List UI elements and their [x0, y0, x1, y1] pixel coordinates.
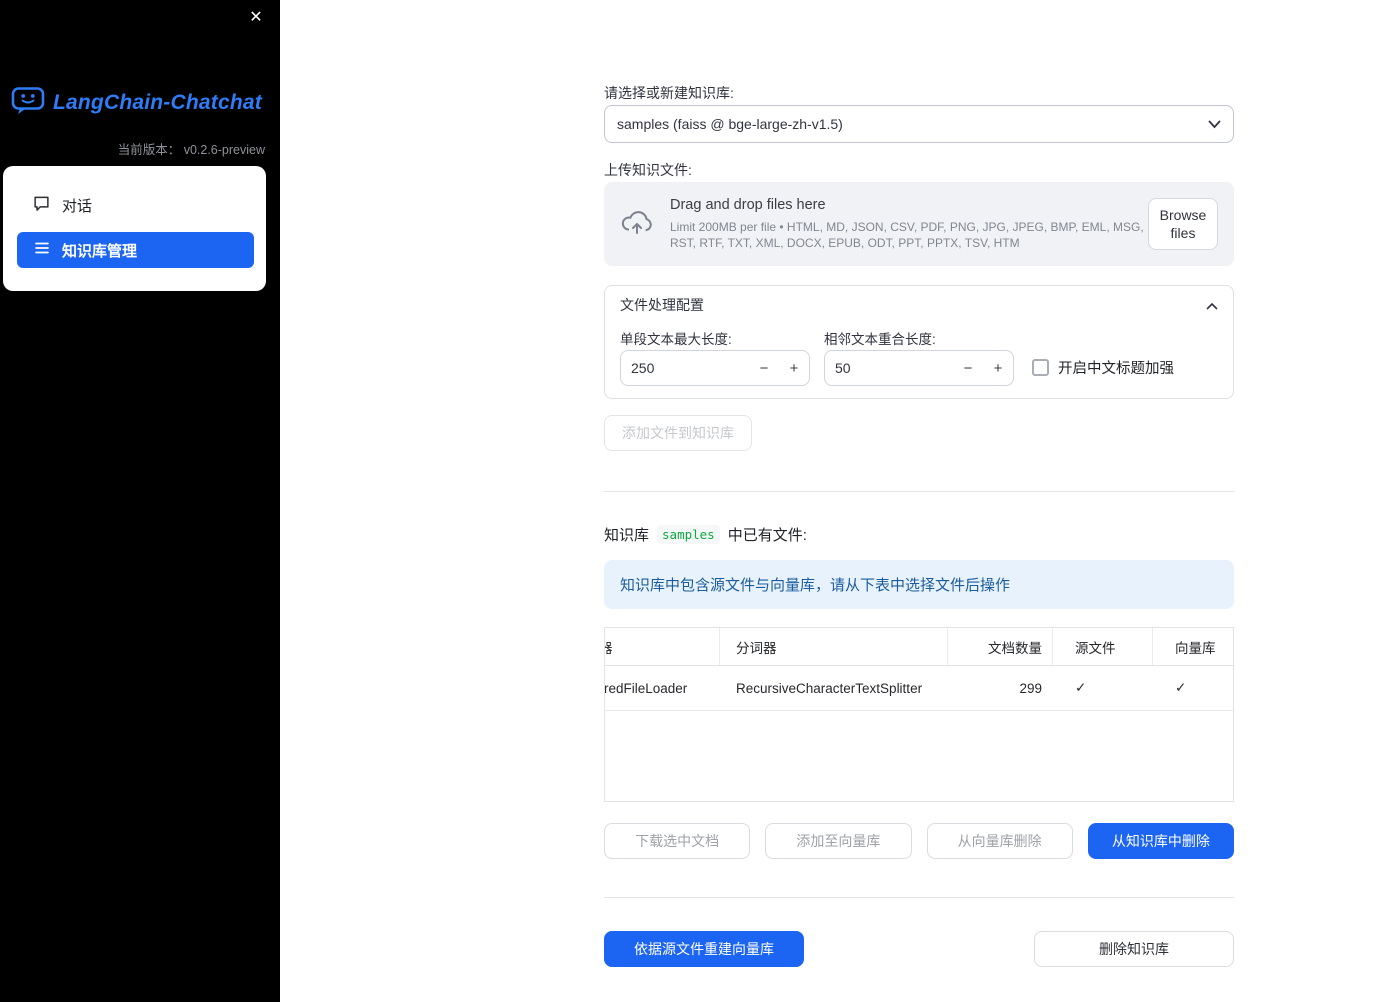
rebuild-vector-store-button[interactable]: 依据源文件重建向量库 — [604, 931, 804, 967]
zh-title-enhance-checkbox[interactable] — [1032, 359, 1049, 376]
delete-kb-button[interactable]: 删除知识库 — [1034, 931, 1234, 967]
zh-title-enhance-label: 开启中文标题加强 — [1058, 361, 1174, 377]
cell-doc-count: 299 — [1019, 680, 1042, 696]
sidebar-item-kb-management[interactable]: 知识库管理 — [17, 232, 254, 268]
existing-files-suffix: 中已有文件: — [727, 527, 807, 544]
app-title: LangChain-Chatchat — [53, 90, 262, 114]
cell-loader: redFileLoader — [605, 680, 688, 696]
existing-files-prefix: 知识库 — [604, 527, 650, 544]
info-banner: 知识库中包含源文件与向量库，请从下表中选择文件后操作 — [604, 560, 1234, 609]
table-header-vector-store[interactable]: 向量库 — [1152, 628, 1233, 665]
cell-vector-store-check: ✓ — [1175, 680, 1187, 695]
cloud-upload-icon — [620, 209, 654, 240]
upload-label: 上传知识文件: — [604, 162, 692, 178]
dropzone-limit: Limit 200MB per file • HTML, MD, JSON, C… — [670, 220, 1144, 250]
file-action-buttons: 下载选中文档 添加至向量库 从向量库删除 从知识库中删除 — [604, 823, 1234, 859]
main-content: 请选择或新建知识库: samples (faiss @ bge-large-zh… — [604, 0, 1234, 1002]
download-selected-button[interactable]: 下载选中文档 — [604, 823, 751, 859]
dropzone-title: Drag and drop files here — [670, 197, 826, 213]
kb-name-code: samples — [657, 525, 720, 544]
max-length-label: 单段文本最大长度: — [620, 332, 732, 347]
max-length-decrement-button[interactable]: − — [749, 360, 779, 377]
max-length-increment-button[interactable]: + — [779, 360, 809, 377]
file-config-title: 文件处理配置 — [620, 297, 704, 313]
browse-files-button[interactable]: Browse files — [1148, 198, 1218, 250]
file-config-expander-header[interactable]: 文件处理配置 — [605, 286, 1233, 324]
overlap-decrement-button[interactable]: − — [953, 360, 983, 377]
version-label: 当前版本： v0.2.6-preview — [117, 143, 265, 157]
cell-source-file-check: ✓ — [1075, 680, 1087, 695]
file-dropzone[interactable]: Drag and drop files here Limit 200MB per… — [604, 182, 1234, 266]
chatchat-logo-icon — [11, 85, 45, 120]
table-header-source-file[interactable]: 源文件 — [1052, 628, 1152, 665]
cell-splitter: RecursiveCharacterTextSplitter — [736, 680, 923, 696]
chat-bubble-icon — [33, 195, 50, 216]
info-banner-text: 知识库中包含源文件与向量库，请从下表中选择文件后操作 — [620, 577, 1011, 594]
file-config-expander: 文件处理配置 单段文本最大长度: 相邻文本重合长度: − + − + 开启中文标… — [604, 285, 1234, 399]
delete-from-kb-button[interactable]: 从知识库中删除 — [1087, 823, 1234, 859]
sidebar-item-label: 知识库管理 — [62, 242, 138, 260]
max-length-input[interactable] — [621, 359, 749, 377]
sidebar-menu: 对话 知识库管理 — [3, 166, 266, 291]
delete-from-vector-store-button[interactable]: 从向量库删除 — [926, 823, 1073, 859]
table-header-doc-count[interactable]: 文档数量 — [947, 628, 1052, 665]
max-length-stepper: − + — [620, 350, 810, 386]
divider — [604, 491, 1234, 492]
overlap-length-stepper: − + — [824, 350, 1014, 386]
add-to-vector-store-button[interactable]: 添加至向量库 — [765, 823, 912, 859]
zh-title-enhance-option[interactable]: 开启中文标题加强 — [1032, 357, 1174, 378]
add-files-to-kb-button[interactable]: 添加文件到知识库 — [604, 415, 752, 451]
knowledge-base-icon — [34, 240, 50, 260]
kb-files-table[interactable]: 器 分词器 文档数量 源文件 向量库 redFileLoader Recursi… — [604, 627, 1234, 802]
sidebar: ✕ LangChain-Chatchat 当前版本： v0.2.6-previe… — [0, 0, 280, 1002]
divider — [604, 897, 1234, 898]
table-header-row: 器 分词器 文档数量 源文件 向量库 — [605, 628, 1233, 666]
dropzone-text: Drag and drop files here Limit 200MB per… — [670, 197, 1148, 251]
overlap-length-label: 相邻文本重合长度: — [824, 332, 936, 347]
kb-select-value: samples (faiss @ bge-large-zh-v1.5) — [617, 116, 843, 132]
table-row[interactable]: redFileLoader RecursiveCharacterTextSpli… — [605, 666, 1233, 711]
overlap-length-input[interactable] — [825, 359, 953, 377]
sidebar-item-dialogue[interactable]: 对话 — [33, 188, 254, 222]
close-icon: ✕ — [249, 9, 263, 26]
overlap-increment-button[interactable]: + — [983, 360, 1013, 377]
chevron-up-icon — [1206, 297, 1218, 313]
app-logo: LangChain-Chatchat — [11, 85, 262, 120]
existing-files-heading: 知识库 samples 中已有文件: — [604, 524, 807, 545]
table-header-loader[interactable]: 器 — [605, 628, 719, 665]
close-sidebar-button[interactable]: ✕ — [244, 6, 268, 30]
kb-select[interactable]: samples (faiss @ bge-large-zh-v1.5) — [604, 105, 1234, 143]
table-header-splitter[interactable]: 分词器 — [719, 628, 947, 665]
sidebar-item-label: 对话 — [62, 197, 93, 215]
chevron-down-icon — [1208, 116, 1221, 132]
kb-select-label: 请选择或新建知识库: — [604, 85, 734, 101]
